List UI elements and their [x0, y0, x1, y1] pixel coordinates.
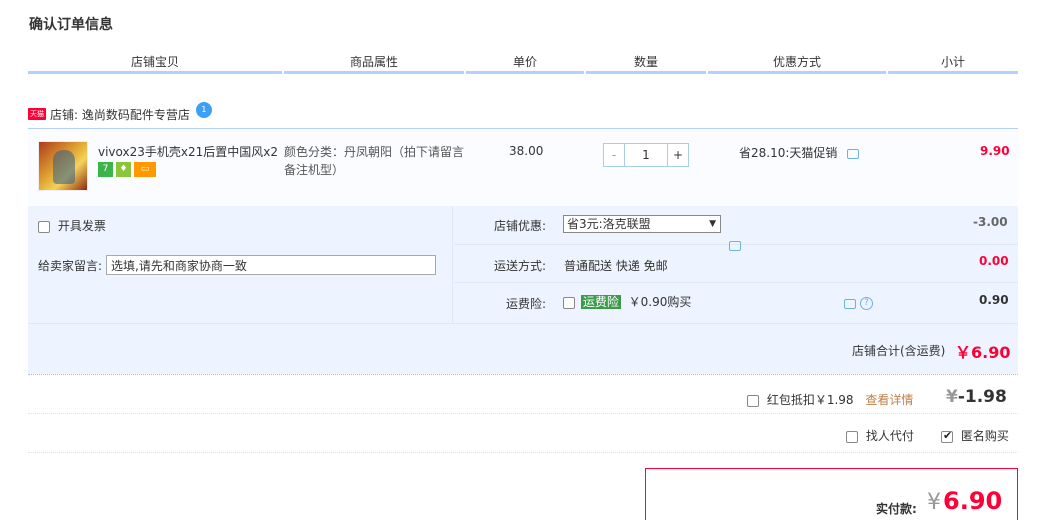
- seller-message: 给卖家留言:: [38, 255, 437, 275]
- shop-total-value: ￥6.90: [955, 343, 1011, 362]
- shop-discount-value: 省3元:洛克联盟: [567, 217, 651, 231]
- insurance-checkbox[interactable]: [563, 296, 575, 309]
- wangwang-chat-icon[interactable]: 1: [195, 102, 212, 118]
- tmall-icon: 天猫: [28, 108, 46, 120]
- comment-icon[interactable]: [847, 148, 860, 159]
- quantity-increase-button[interactable]: +: [667, 143, 689, 167]
- help-icon[interactable]: ?: [859, 297, 873, 310]
- yen-symbol: ¥: [927, 490, 941, 515]
- shipping-amount: 0.00: [979, 254, 1009, 268]
- column-header-price: 单价: [466, 52, 584, 74]
- invoice-option: 开具发票: [38, 217, 106, 234]
- insurance-option: 运费险 ￥0.90购买: [563, 293, 691, 310]
- anonymous-option: 匿名购买: [941, 427, 1009, 444]
- seven-day-return-icon[interactable]: 7: [98, 162, 113, 177]
- dropdown-arrow-icon: ▼: [709, 219, 716, 229]
- order-table-header: 店铺宝贝 商品属性 单价 数量 优惠方式 小计: [28, 52, 1018, 77]
- insurance-tag: 运费险: [580, 295, 621, 309]
- comment-icon[interactable]: [844, 298, 856, 309]
- shipping-method: 普通配送 快递 免邮: [564, 259, 668, 273]
- red-packet-amount: ¥-1.98: [946, 387, 1007, 407]
- anonymous-checkbox[interactable]: [941, 429, 953, 443]
- shop-row: 天猫 店铺: 逸尚数码配件专营店 1: [28, 102, 212, 125]
- quantity-decrease-button[interactable]: -: [603, 143, 625, 167]
- payment-total: ¥6.90: [927, 487, 1002, 515]
- red-packet-label: 红包抵扣￥1.98: [766, 393, 854, 407]
- guarantee-icon[interactable]: ♦: [116, 162, 131, 177]
- shop-discount-select[interactable]: 省3元:洛克联盟 ▼: [563, 215, 721, 233]
- column-header-attributes: 商品属性: [284, 52, 464, 74]
- payment-summary-box: 实付款: ¥6.90: [645, 468, 1018, 520]
- product-thumbnail[interactable]: [38, 141, 88, 191]
- payment-label: 实付款:: [876, 502, 917, 516]
- divider: [28, 374, 1018, 375]
- attribute-line: 颜色分类：丹凤朝阳（拍下请留言: [284, 145, 465, 159]
- quantity-stepper: - 1 +: [603, 143, 689, 167]
- unit-price: 38.00: [509, 144, 544, 158]
- order-options-panel: 开具发票 给卖家留言: 店铺优惠: 省3元:洛克联盟 ▼ -3.00 运送方式:…: [28, 206, 1018, 374]
- column-header-quantity: 数量: [586, 52, 706, 74]
- red-packet-details-link[interactable]: 查看详情: [865, 393, 913, 407]
- payment-amount: 6.90: [943, 487, 1003, 515]
- product-title[interactable]: vivox23手机壳x21后置中国风x2...: [98, 143, 278, 160]
- red-packet-checkbox[interactable]: [747, 394, 759, 407]
- quantity-input[interactable]: 1: [625, 143, 667, 167]
- column-header-discount: 优惠方式: [708, 52, 886, 74]
- shop-name[interactable]: 店铺: 逸尚数码配件专营店: [50, 106, 190, 123]
- proxy-pay-option: 找人代付: [846, 427, 914, 444]
- shipping-label: 运送方式:: [494, 259, 547, 273]
- proxy-pay-checkbox[interactable]: [846, 430, 858, 443]
- shop-total-label: 店铺合计(含运费): [852, 344, 946, 358]
- anonymous-label: 匿名购买: [960, 429, 1009, 443]
- divider: [28, 452, 1018, 453]
- item-subtotal: 9.90: [980, 144, 1010, 158]
- credit-card-icon[interactable]: ▭: [134, 162, 156, 177]
- order-item-row: vivox23手机壳x21后置中国风x2... 7 ♦ ▭ 颜色分类：丹凤朝阳（…: [28, 128, 1018, 206]
- page-title: 确认订单信息: [29, 17, 113, 33]
- service-badges: 7 ♦ ▭: [98, 162, 159, 177]
- invoice-label: 开具发票: [57, 219, 106, 233]
- insurance-label: 运费险:: [506, 297, 547, 311]
- message-input[interactable]: [106, 255, 437, 275]
- red-packet-value: -1.98: [957, 387, 1007, 407]
- insurance-amount: 0.90: [979, 293, 1009, 307]
- comment-icon[interactable]: [729, 240, 741, 251]
- shop-discount-amount: -3.00: [973, 215, 1008, 229]
- yen-symbol: ¥: [946, 387, 958, 407]
- proxy-pay-label: 找人代付: [865, 429, 914, 443]
- message-label: 给卖家留言:: [38, 258, 103, 273]
- invoice-checkbox[interactable]: [38, 220, 50, 233]
- column-header-items: 店铺宝贝: [28, 52, 282, 74]
- column-header-subtotal: 小计: [888, 52, 1018, 74]
- item-discount: 省28.10:天猫促销: [739, 144, 860, 161]
- insurance-price: ￥0.90购买: [628, 295, 692, 309]
- shop-discount-label: 店铺优惠:: [494, 219, 547, 233]
- attribute-line: 备注机型）: [284, 163, 345, 177]
- divider: [28, 413, 1018, 414]
- insurance-help: ?: [844, 296, 873, 310]
- item-discount-text: 省28.10:天猫促销: [739, 146, 838, 160]
- red-packet-option: 红包抵扣￥1.98 查看详情: [747, 391, 913, 408]
- product-attributes: 颜色分类：丹凤朝阳（拍下请留言 备注机型）: [284, 143, 464, 179]
